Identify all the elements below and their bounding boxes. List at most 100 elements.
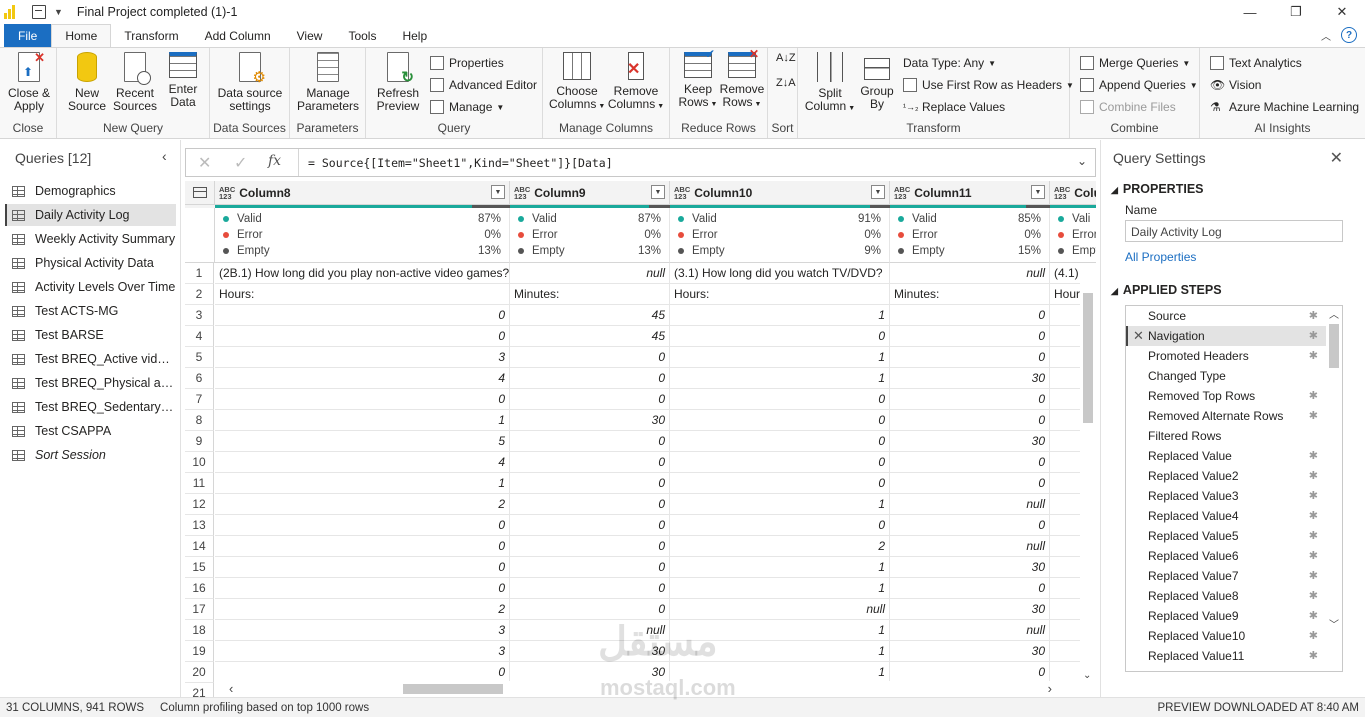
row-number[interactable]: 5 [185,347,214,368]
scroll-left-icon[interactable]: ‹ [229,681,233,696]
all-properties-link[interactable]: All Properties [1125,250,1196,264]
column-header[interactable]: ABC 123 Column8 ▼ [215,181,510,205]
remove-rows-button[interactable]: ✕ Remove Rows ▼ [718,48,766,111]
any-type-icon[interactable]: ABC 123 [894,185,910,200]
step-settings-gear-icon[interactable]: ✱ [1309,649,1318,662]
delete-step-icon[interactable]: ✕ [1133,328,1144,344]
recent-sources-button[interactable]: Recent Sources [109,52,161,113]
table-cell[interactable]: null [890,536,1050,557]
group-by-button[interactable]: Group By [858,52,896,111]
table-cell[interactable]: Hours: [215,284,510,305]
any-type-icon[interactable]: ABC 123 [674,185,690,200]
table-cell[interactable]: 0 [890,410,1050,431]
quick-access-dropdown-icon[interactable]: ▼ [54,7,63,17]
step-settings-gear-icon[interactable]: ✱ [1309,589,1318,602]
table-cell[interactable]: null [890,494,1050,515]
new-source-button[interactable]: New Source [67,52,107,113]
applied-step[interactable]: Replaced Value7 ✱ [1126,566,1326,586]
manage-button[interactable]: Manage ▼ [430,100,504,114]
any-type-icon[interactable]: ABC 123 [219,185,235,200]
step-settings-gear-icon[interactable]: ✱ [1309,629,1318,642]
sort-descending-button[interactable]: Z↓A [776,78,796,89]
table-cell[interactable]: 0 [890,305,1050,326]
row-number[interactable]: 17 [185,599,214,620]
table-cell[interactable]: Hours: [670,284,890,305]
applied-step[interactable]: Removed Alternate Rows ✱ [1126,406,1326,426]
table-cell[interactable]: 0 [510,578,670,599]
table-cell[interactable]: 0 [215,536,510,557]
step-settings-gear-icon[interactable]: ✱ [1309,609,1318,622]
table-cell[interactable]: 0 [215,578,510,599]
query-item[interactable]: Test BARSE [5,324,176,346]
row-number[interactable]: 8 [185,410,214,431]
enter-data-button[interactable]: Enter Data [163,52,203,109]
close-window-icon[interactable]: ✕ [1319,0,1365,24]
tab-tools[interactable]: Tools [335,24,389,47]
table-cell[interactable]: 45 [510,326,670,347]
step-settings-gear-icon[interactable]: ✱ [1309,569,1318,582]
split-column-button[interactable]: Split Column ▼ [804,52,856,115]
steps-scrollbar[interactable]: ︿ ﹀ [1326,306,1342,671]
collapse-queries-icon[interactable]: ‹ [162,148,167,164]
azure-ml-button[interactable]: ⚗ Azure Machine Learning [1210,100,1359,114]
cancel-formula-icon[interactable]: ✕ [198,153,211,173]
table-cell[interactable]: 0 [510,536,670,557]
applied-step[interactable]: Replaced Value10 ✱ [1126,626,1326,646]
step-settings-gear-icon[interactable]: ✱ [1309,529,1318,542]
table-cell[interactable]: 0 [510,473,670,494]
row-number[interactable]: 15 [185,557,214,578]
table-cell[interactable]: 0 [670,389,890,410]
any-type-icon[interactable]: ABC 123 [514,185,530,200]
step-settings-gear-icon[interactable]: ✱ [1309,469,1318,482]
table-cell[interactable]: 1 [670,557,890,578]
table-cell[interactable]: 1 [670,494,890,515]
any-type-icon[interactable]: ABC 123 [1054,185,1070,200]
applied-step[interactable]: Replaced Value8 ✱ [1126,586,1326,606]
table-cell[interactable]: 0 [890,515,1050,536]
table-cell[interactable]: 1 [670,578,890,599]
table-cell[interactable]: null [510,263,670,284]
steps-scroll-up-icon[interactable]: ︿ [1329,306,1339,321]
row-number[interactable]: 1 [185,263,214,284]
table-cell[interactable]: 2 [670,536,890,557]
row-number[interactable]: 19 [185,641,214,662]
step-settings-gear-icon[interactable]: ✱ [1309,489,1318,502]
query-item[interactable]: Sort Session [5,444,176,466]
tab-file[interactable]: File [4,24,52,47]
query-item[interactable]: Test BREQ_Sedentary be... [5,396,176,418]
applied-step[interactable]: Replaced Value9 ✱ [1126,606,1326,626]
sort-ascending-button[interactable]: A↓Z [776,53,796,64]
step-settings-gear-icon[interactable]: ✱ [1309,349,1318,362]
tab-help[interactable]: Help [389,24,440,47]
table-cell[interactable]: 30 [890,599,1050,620]
applied-step[interactable]: Filtered Rows [1126,426,1326,446]
table-cell[interactable]: 45 [510,305,670,326]
table-cell[interactable]: (2B.1) How long did you play non-active … [215,263,510,284]
step-settings-gear-icon[interactable]: ✱ [1309,509,1318,522]
table-cell[interactable]: 30 [890,431,1050,452]
query-name-input[interactable]: Daily Activity Log [1125,220,1343,242]
row-number[interactable]: 2 [185,284,214,305]
restore-icon[interactable]: ❐ [1273,0,1319,24]
table-cell[interactable]: 0 [510,515,670,536]
table-cell[interactable]: 2 [215,494,510,515]
replace-values-button[interactable]: ¹→₂ Replace Values [903,100,1005,114]
row-number[interactable]: 4 [185,326,214,347]
table-cell[interactable]: 0 [670,452,890,473]
table-cell[interactable]: null [670,599,890,620]
applied-step[interactable]: Replaced Value6 ✱ [1126,546,1326,566]
close-settings-icon[interactable]: ✕ [1330,148,1343,168]
step-settings-gear-icon[interactable]: ✱ [1309,549,1318,562]
help-icon[interactable]: ? [1341,27,1357,43]
row-number[interactable]: 11 [185,473,214,494]
vertical-scrollbar[interactable]: ⌄ [1080,263,1096,683]
table-cell[interactable]: 0 [890,452,1050,473]
step-settings-gear-icon[interactable]: ✱ [1309,329,1318,342]
merge-queries-button[interactable]: Merge Queries ▼ [1080,56,1190,70]
table-cell[interactable]: 0 [890,473,1050,494]
keep-rows-button[interactable]: ✔ Keep Rows ▼ [676,48,720,111]
query-item[interactable]: Weekly Activity Summary [5,228,176,250]
applied-step[interactable]: Replaced Value4 ✱ [1126,506,1326,526]
save-icon[interactable] [32,5,46,19]
column-header[interactable]: ABC 123 Column10 ▼ [670,181,890,205]
